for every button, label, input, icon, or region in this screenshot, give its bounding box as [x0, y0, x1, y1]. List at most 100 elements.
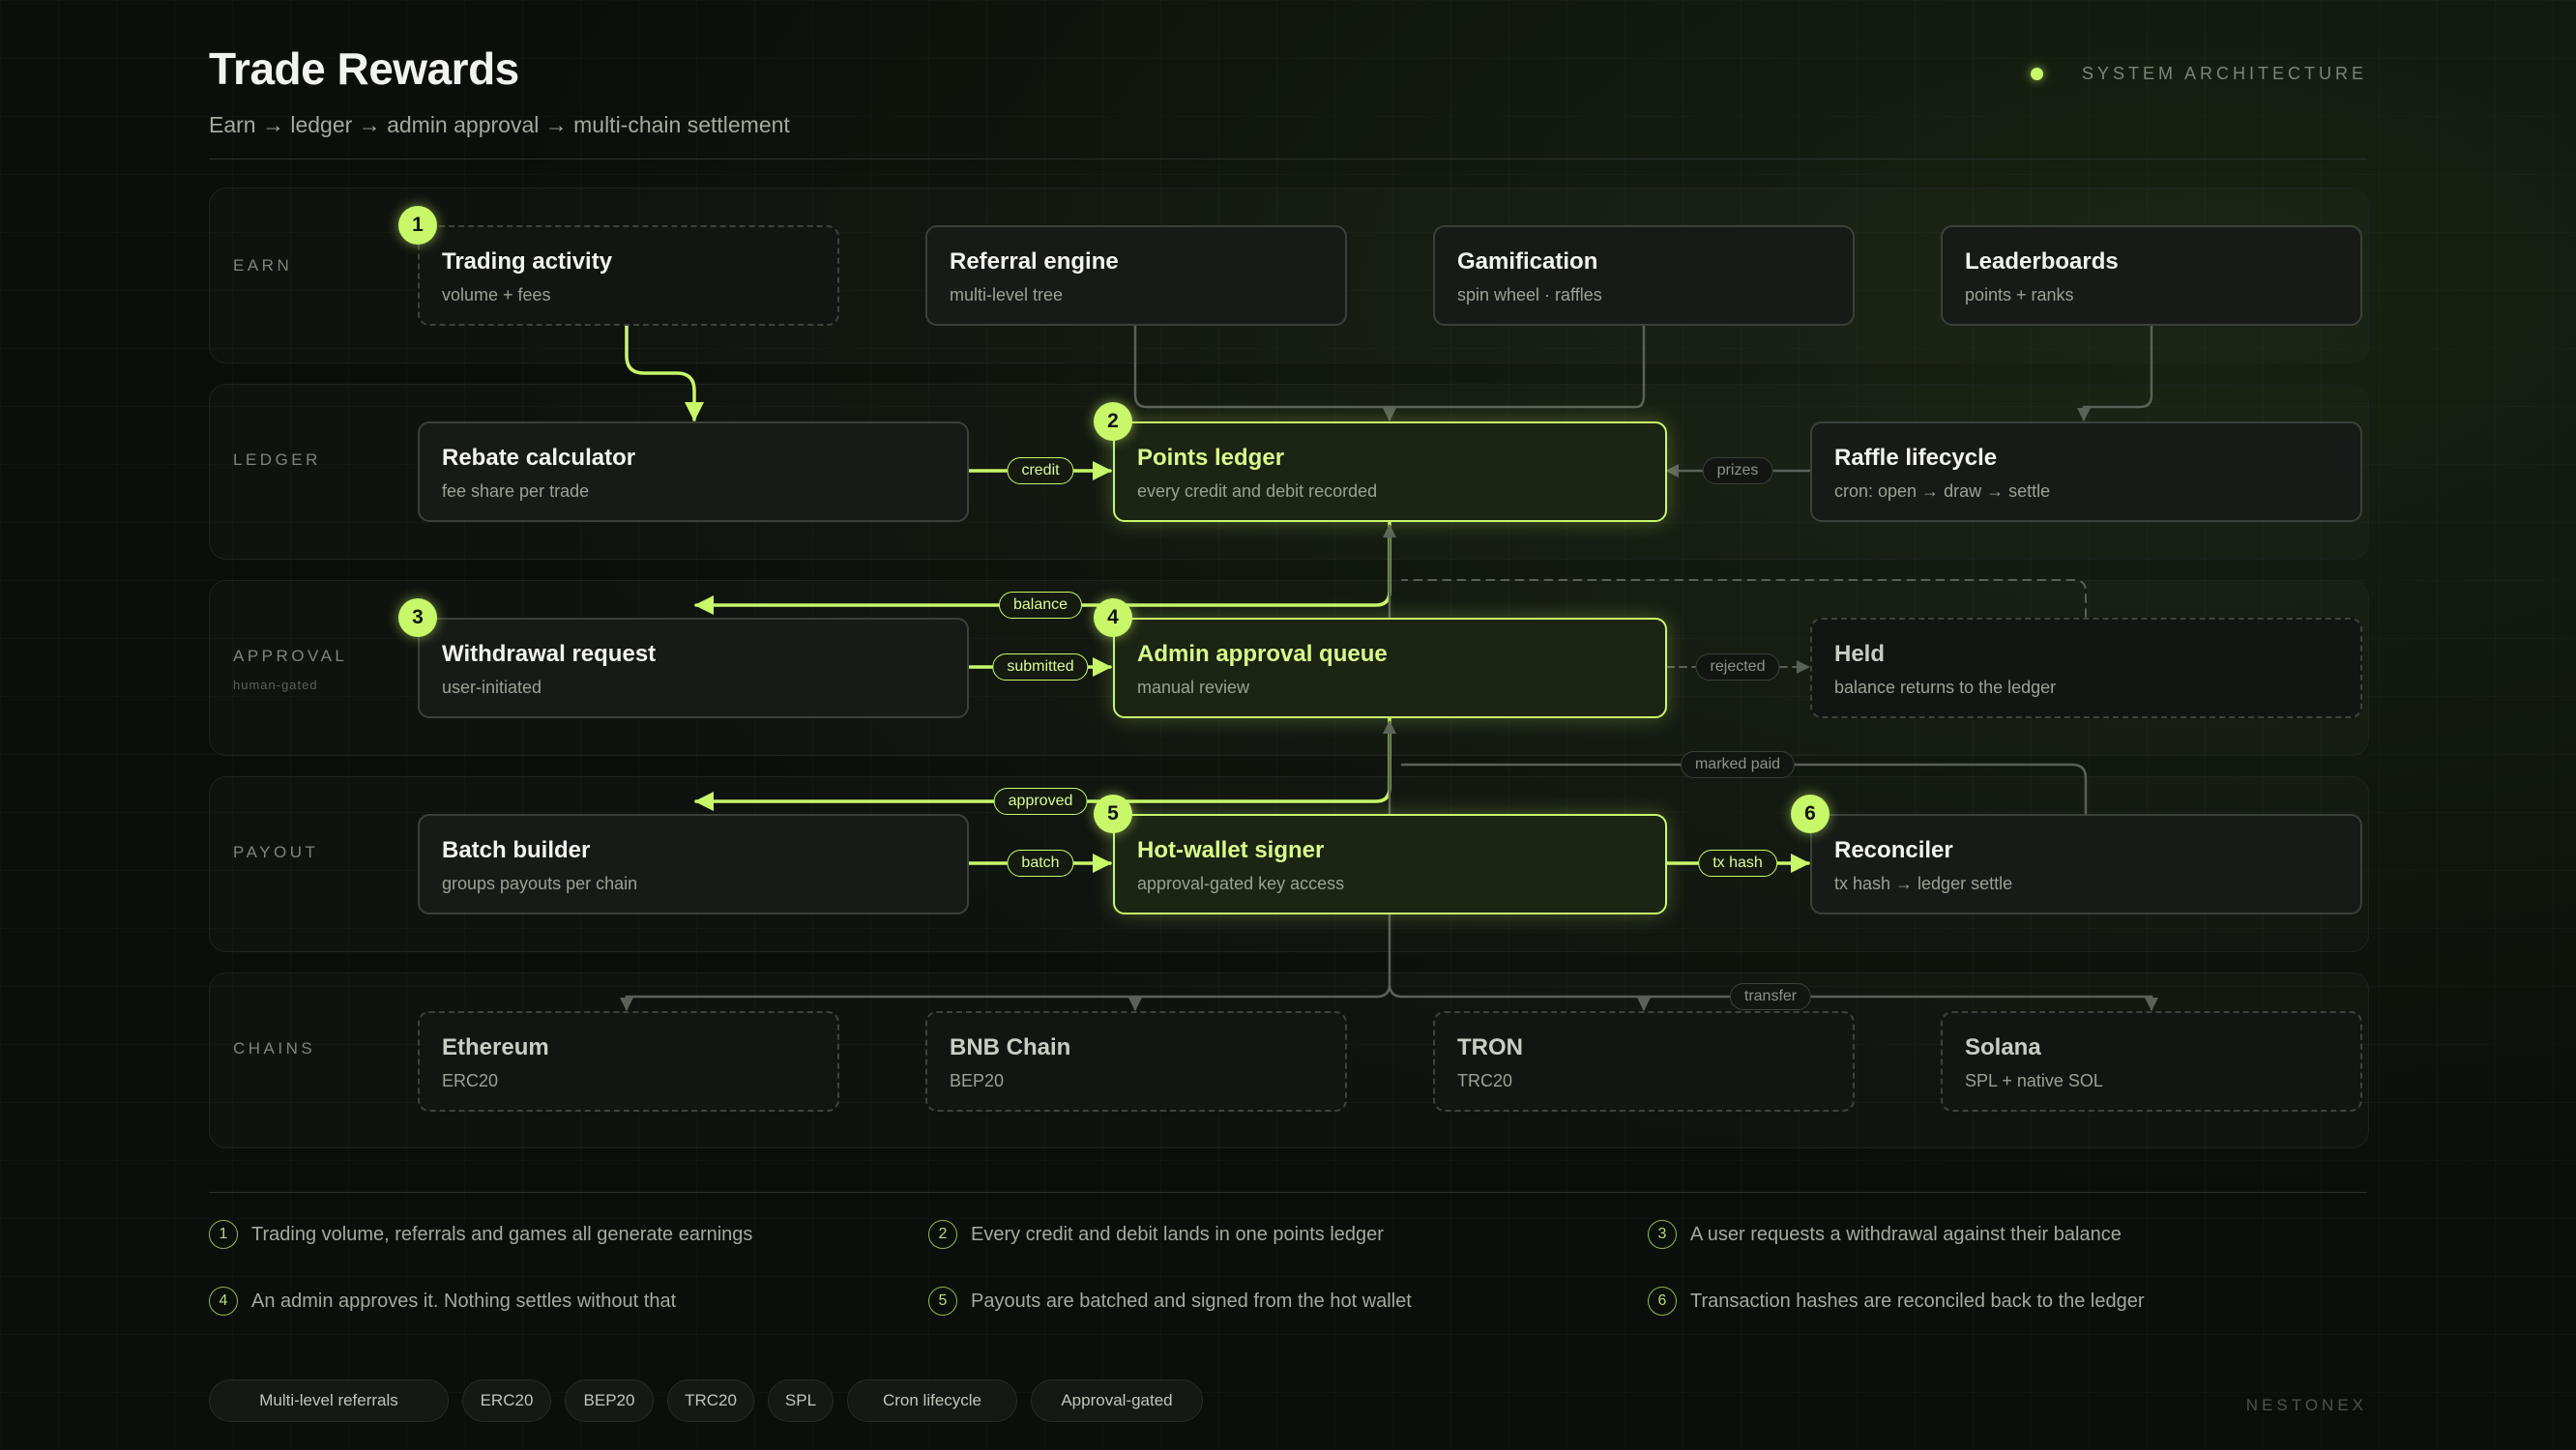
node-referral-engine: Referral engine multi-level tree	[925, 225, 1347, 326]
edge-label-balance: balance	[998, 592, 1083, 619]
step-badge-2: 2	[1094, 402, 1132, 441]
tag-trc20: TRC20	[667, 1379, 754, 1422]
node-subtitle: SPL + native SOL	[1965, 1071, 2103, 1090]
node-title: Hot-wallet signer	[1137, 837, 1325, 863]
edge-trading-rebate	[625, 324, 704, 421]
edge-label-marked-paid: marked paid	[1680, 751, 1796, 778]
edge-label-approved: approved	[993, 788, 1088, 815]
legend-text: Every credit and debit lands in one poin…	[971, 1223, 1384, 1245]
node-subtitle: cron: open → draw → settle	[1834, 481, 2051, 501]
legend-divider	[209, 1192, 2367, 1193]
node-title: Trading activity	[442, 248, 613, 275]
brand-wordmark: NESTONEX	[2245, 1396, 2367, 1414]
legend-text: Transaction hashes are reconciled back t…	[1690, 1290, 2145, 1312]
step-badge-4: 4	[1094, 598, 1132, 637]
legend-number: 5	[928, 1287, 957, 1316]
legend-text: Trading volume, referrals and games all …	[251, 1223, 753, 1245]
node-subtitle: fee share per trade	[442, 481, 590, 501]
step-badge-3: 3	[398, 598, 437, 637]
edge-referral-points	[1133, 324, 1646, 409]
tag-multi-level-referrals: Multi-level referrals	[209, 1379, 449, 1422]
node-points-ledger: Points ledger every credit and debit rec…	[1113, 421, 1667, 522]
node-gamification: Gamification spin wheel · raffles	[1433, 225, 1855, 326]
node-batch-builder: Batch builder groups payouts per chain	[418, 814, 969, 914]
node-subtitle: groups payouts per chain	[442, 874, 638, 893]
node-subtitle: multi-level tree	[950, 285, 1064, 304]
node-rebate-calculator: Rebate calculator fee share per trade	[418, 421, 969, 522]
node-title: Batch builder	[442, 837, 591, 863]
tag-approval-gated: Approval-gated	[1031, 1379, 1203, 1422]
node-leaderboards: Leaderboards points + ranks	[1941, 225, 2362, 326]
node-solana: Solana SPL + native SOL	[1941, 1011, 2362, 1112]
node-title: Points ledger	[1137, 445, 1285, 471]
legend-number: 6	[1648, 1287, 1677, 1316]
edge-label-rejected: rejected	[1695, 653, 1780, 681]
legend-item-6: 6 Transaction hashes are reconciled back…	[1648, 1287, 2145, 1316]
node-subtitle: balance returns to the ledger	[1834, 678, 2057, 697]
legend-text: A user requests a withdrawal against the…	[1690, 1223, 2122, 1245]
node-title: Gamification	[1457, 248, 1598, 275]
node-tron: TRON TRC20	[1433, 1011, 1855, 1112]
legend-number: 3	[1648, 1220, 1677, 1249]
node-raffle-lifecycle: Raffle lifecycle cron: open → draw → set…	[1810, 421, 2362, 522]
legend-text: An admin approves it. Nothing settles wi…	[251, 1290, 677, 1312]
legend-number: 4	[209, 1287, 238, 1316]
tag-bep20: BEP20	[565, 1379, 654, 1422]
node-bnb-chain: BNB Chain BEP20	[925, 1011, 1347, 1112]
node-reconciler: Reconciler tx hash → ledger settle	[1810, 814, 2362, 914]
node-subtitle: spin wheel · raffles	[1457, 285, 1602, 304]
legend-item-1: 1 Trading volume, referrals and games al…	[209, 1220, 752, 1249]
legend-text: Payouts are batched and signed from the …	[971, 1290, 1412, 1312]
node-subtitle: BEP20	[950, 1071, 1005, 1090]
node-subtitle: points + ranks	[1965, 285, 2074, 304]
step-badge-1: 1	[398, 206, 437, 245]
node-title: Leaderboards	[1965, 248, 2119, 275]
node-ethereum: Ethereum ERC20	[418, 1011, 839, 1112]
node-title: BNB Chain	[950, 1034, 1071, 1060]
node-subtitle: manual review	[1137, 678, 1250, 697]
legend-item-3: 3 A user requests a withdrawal against t…	[1648, 1220, 2122, 1249]
edge-label-prizes: prizes	[1702, 457, 1773, 484]
node-held: Held balance returns to the ledger	[1810, 618, 2362, 718]
edge-label-transfer: transfer	[1729, 983, 1812, 1010]
node-title: TRON	[1457, 1034, 1523, 1060]
feature-tags: Multi-level referrals ERC20 BEP20 TRC20 …	[209, 1379, 1203, 1422]
node-title: Raffle lifecycle	[1834, 445, 1998, 471]
node-title: Reconciler	[1834, 837, 1953, 863]
tag-cron-lifecycle: Cron lifecycle	[847, 1379, 1017, 1422]
legend-number: 2	[928, 1220, 957, 1249]
node-admin-approval-queue: Admin approval queue manual review	[1113, 618, 1667, 718]
step-badge-6: 6	[1791, 795, 1830, 833]
node-title: Held	[1834, 641, 1886, 667]
node-subtitle: user-initiated	[442, 678, 542, 697]
node-subtitle: volume + fees	[442, 285, 551, 304]
node-subtitle: tx hash → ledger settle	[1834, 874, 2013, 893]
edge-held-points	[1401, 579, 2087, 618]
legend-item-4: 4 An admin approves it. Nothing settles …	[209, 1287, 676, 1316]
node-title: Referral engine	[950, 248, 1119, 275]
node-withdrawal-request: Withdrawal request user-initiated	[418, 618, 969, 718]
edge-signer-chains	[625, 913, 2153, 999]
node-title: Ethereum	[442, 1034, 549, 1060]
step-badge-5: 5	[1094, 795, 1132, 833]
node-title: Admin approval queue	[1137, 641, 1388, 667]
edge-label-tx-hash: tx hash	[1698, 850, 1777, 877]
node-hot-wallet-signer: Hot-wallet signer approval-gated key acc…	[1113, 814, 1667, 914]
edge-label-submitted: submitted	[992, 653, 1089, 681]
node-subtitle: ERC20	[442, 1071, 499, 1090]
legend-item-2: 2 Every credit and debit lands in one po…	[928, 1220, 1384, 1249]
node-subtitle: TRC20	[1457, 1071, 1513, 1090]
node-subtitle: every credit and debit recorded	[1137, 481, 1378, 501]
edge-label-credit: credit	[1007, 457, 1074, 484]
tag-spl: SPL	[768, 1379, 834, 1422]
edge-label-batch: batch	[1007, 850, 1074, 877]
tag-erc20: ERC20	[462, 1379, 551, 1422]
node-title: Rebate calculator	[442, 445, 636, 471]
legend-number: 1	[209, 1220, 238, 1249]
edge-leaderboards-raffle	[2077, 324, 2153, 421]
legend-item-5: 5 Payouts are batched and signed from th…	[928, 1287, 1412, 1316]
node-trading-activity: Trading activity volume + fees	[418, 225, 839, 326]
node-title: Withdrawal request	[442, 641, 657, 667]
node-subtitle: approval-gated key access	[1137, 874, 1345, 893]
node-title: Solana	[1965, 1034, 2041, 1060]
